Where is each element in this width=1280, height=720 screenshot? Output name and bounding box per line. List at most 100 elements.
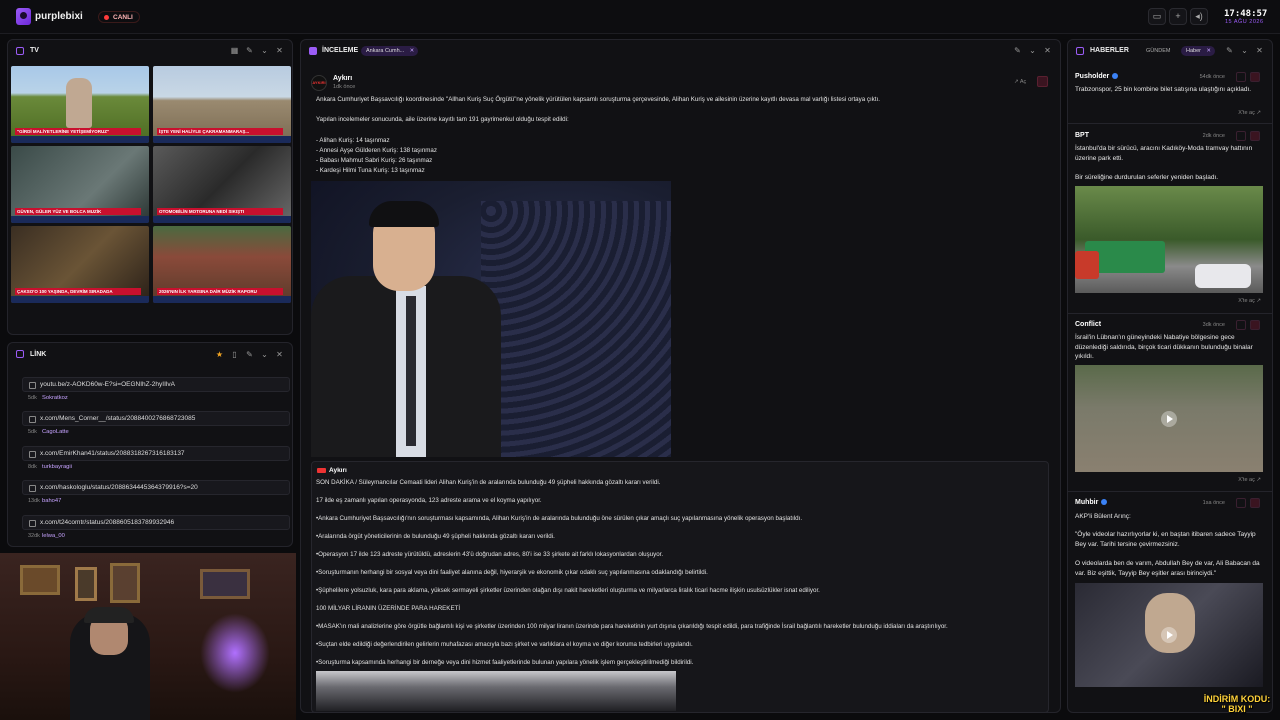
tram-shape (1075, 251, 1099, 279)
brand-logo-icon[interactable] (16, 8, 31, 25)
tv-tile-3[interactable]: GÜVEN, GÜLER YÜZ VE BOLCA MUZİK (11, 146, 149, 223)
play-icon[interactable] (1161, 627, 1177, 643)
link-time: 8dk (28, 464, 37, 470)
edit-icon[interactable]: ✎ (245, 350, 254, 359)
mute-icon[interactable] (1236, 498, 1246, 508)
post-source[interactable]: Aykırı (333, 75, 352, 82)
edit-icon[interactable]: ✎ (245, 46, 254, 55)
edit-icon[interactable]: ✎ (1013, 46, 1022, 55)
person-shape (1145, 593, 1195, 653)
tv-tile-caption: İŞTE YENİ HALİYLE ÇAKRAMANMARAŞ... (157, 128, 283, 135)
news-video[interactable] (1075, 583, 1263, 687)
news-time: 54dk önce (1199, 74, 1225, 80)
news-time: 2dk önce (1202, 133, 1225, 139)
chevron-down-icon[interactable]: ⌄ (260, 350, 269, 359)
grid-icon[interactable]: ▦ (230, 46, 239, 55)
link-author[interactable]: Sokratkoz (42, 395, 68, 401)
link-url[interactable]: x.com/haskologlu/status/2088634445364379… (22, 480, 290, 495)
image-icon[interactable]: ▭ (1148, 8, 1166, 25)
close-icon[interactable]: ✕ (1043, 46, 1052, 55)
bookmark-icon[interactable] (1037, 76, 1048, 87)
link-url[interactable]: x.com/EmirKhan41/status/2088318267316183… (22, 446, 290, 461)
link-item[interactable]: youtu.be/z-AOKD60w-E?si=OEGNIhZ-2hyIIlvA… (22, 377, 290, 408)
chevron-down-icon[interactable]: ⌄ (1028, 46, 1037, 55)
quote-paragraph: •Şüphelilere yolsuzluk, kara para aklama… (316, 587, 820, 594)
quote-source[interactable]: Aykırı (329, 467, 347, 474)
news-video[interactable] (1075, 365, 1263, 472)
ticker (11, 136, 149, 143)
trash-icon[interactable]: ▯ (230, 350, 239, 359)
open-in-x-link[interactable]: X'te aç ↗ (1238, 298, 1261, 304)
news-text: Bir süreliğine durdurulan seferler yenid… (1075, 174, 1219, 181)
close-icon[interactable]: ✕ (275, 350, 284, 359)
mute-icon[interactable] (1236, 320, 1246, 330)
news-time: 3dk önce (1202, 322, 1225, 328)
crowd-shape (481, 201, 671, 457)
link-time: 32dk (28, 533, 40, 539)
mute-icon[interactable] (1236, 131, 1246, 141)
link-author[interactable]: turkbayragii (42, 464, 72, 470)
quote-image[interactable] (316, 671, 676, 711)
car-shape (1195, 264, 1251, 288)
link-url[interactable]: x.com/t24comtr/status/208860518378993294… (22, 515, 290, 530)
source-avatar[interactable]: AYKIRI (311, 75, 327, 91)
post-image[interactable] (311, 181, 671, 457)
chevron-down-icon[interactable]: ⌄ (260, 46, 269, 55)
chevron-down-icon[interactable]: ⌄ (1240, 46, 1249, 55)
close-icon[interactable]: ✕ (1255, 46, 1264, 55)
divider (1068, 313, 1272, 314)
review-chip[interactable]: Ankara Cumh... ✕ (361, 46, 419, 56)
wall-frame (75, 567, 97, 601)
live-badge: CANLI (98, 11, 140, 23)
open-in-x-link[interactable]: X'te aç ↗ (1238, 110, 1261, 116)
news-source[interactable]: BPT (1075, 132, 1089, 139)
link-url[interactable]: youtu.be/z-AOKD60w-E?si=OEGNIhZ-2hyIIlvA (22, 377, 290, 392)
news-source-name: Muhbir (1075, 499, 1099, 506)
link-header: LİNK ★ ▯ ✎ ⌄ ✕ (8, 343, 292, 365)
chip-close-icon[interactable]: ✕ (1206, 46, 1211, 56)
link-item[interactable]: x.com/EmirKhan41/status/2088318267316183… (22, 446, 290, 477)
link-url[interactable]: x.com/Mens_Corner__/status/2088400276868… (22, 411, 290, 426)
tv-tile-caption: ÇAKSO'O 100 YAŞINDA, DEVRİM SIRADADA (15, 288, 141, 295)
wall-frame (110, 563, 140, 603)
link-item[interactable]: x.com/t24comtr/status/208860518378993294… (22, 515, 290, 546)
link-author[interactable]: baho47 (42, 498, 61, 504)
tv-title: TV (30, 47, 39, 54)
chip-close-icon[interactable]: ✕ (410, 46, 415, 56)
link-author[interactable]: CagoLatte (42, 429, 69, 435)
bookmark-icon[interactable] (1250, 131, 1260, 141)
link-time: 13dk (28, 498, 40, 504)
bookmark-icon[interactable] (1250, 72, 1260, 82)
play-icon[interactable] (1161, 410, 1177, 427)
tv-tile-6[interactable]: 2026'NIN İLK YARISINA DAİR MÜZİK RAPORU (153, 226, 291, 303)
news-chip[interactable]: Haber ✕ (1181, 46, 1215, 56)
news-source[interactable]: Conflict (1075, 321, 1101, 328)
review-header: İNCELEME Ankara Cumh... ✕ ✎ ⌄ ✕ (301, 40, 1060, 62)
news-source[interactable]: Muhbir (1075, 499, 1108, 506)
tv-tile-1[interactable]: "GİRDİ MALİYETLERİNE YETİŞEMİYORUZ" (11, 66, 149, 143)
news-image[interactable] (1075, 186, 1263, 293)
close-icon[interactable]: ✕ (275, 46, 284, 55)
edit-icon[interactable]: ✎ (1225, 46, 1234, 55)
news-title: HABERLER (1090, 47, 1129, 54)
link-item[interactable]: x.com/haskologlu/status/2088634445364379… (22, 480, 290, 511)
link-author[interactable]: lelwa_00 (42, 533, 65, 539)
star-icon[interactable]: ★ (215, 350, 224, 359)
open-in-x-link[interactable]: X'te aç ↗ (1238, 477, 1261, 483)
tv-tile-2[interactable]: İŞTE YENİ HALİYLE ÇAKRAMANMARAŞ... (153, 66, 291, 143)
link-item[interactable]: x.com/Mens_Corner__/status/2088400276868… (22, 411, 290, 442)
bookmark-icon[interactable] (1250, 498, 1260, 508)
bookmark-icon[interactable] (1250, 320, 1260, 330)
date: 15 AĞU 2026 (1225, 19, 1264, 25)
volume-icon[interactable]: ◂) (1190, 8, 1208, 25)
mute-icon[interactable] (1236, 72, 1246, 82)
tab-gundem[interactable]: GÜNDEM (1146, 48, 1170, 54)
tv-tile-5[interactable]: ÇAKSO'O 100 YAŞINDA, DEVRİM SIRADADA (11, 226, 149, 303)
news-source[interactable]: Pusholder (1075, 73, 1119, 80)
add-icon[interactable]: + (1169, 8, 1187, 25)
open-link[interactable]: ↗ Aç (1014, 79, 1026, 85)
tv-tile-4[interactable]: OTOMOBİLİN MOTORUNA NEDİ SIKIŞTI (153, 146, 291, 223)
chip-label: Ankara Cumh... (366, 48, 405, 54)
purple-light (200, 613, 270, 693)
divider (1068, 491, 1272, 492)
